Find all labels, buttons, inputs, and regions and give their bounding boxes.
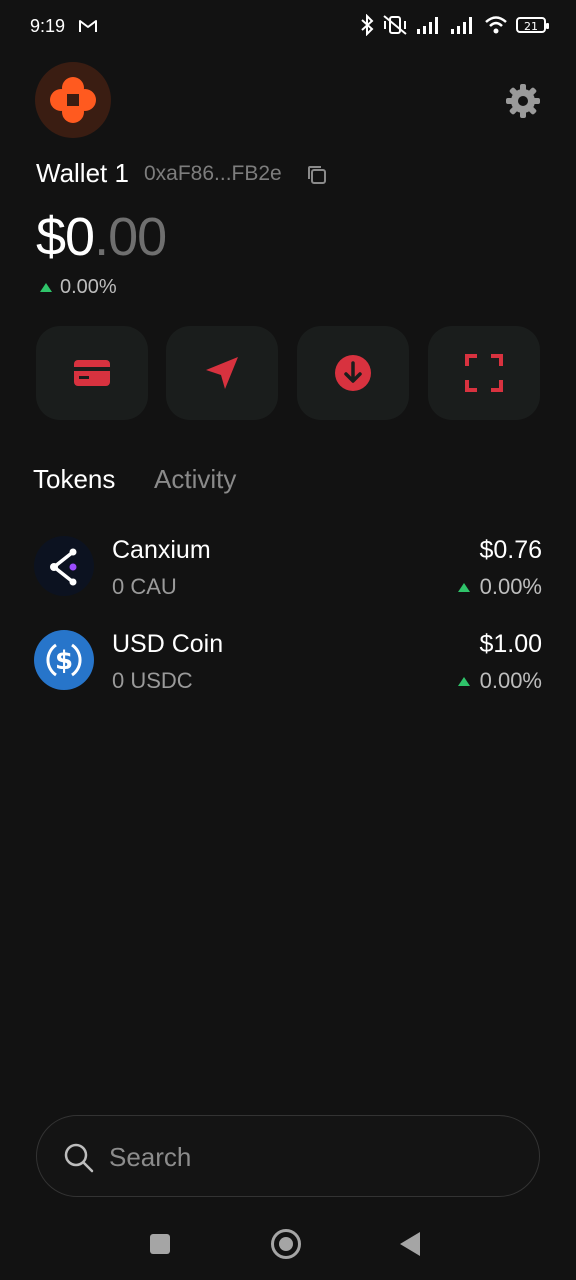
battery-indicator: 21 [516,17,549,33]
send-icon [206,357,238,389]
usdc-icon: $ [34,630,94,690]
balance-cents: .00 [94,207,167,267]
status-icons: 21 [360,14,549,36]
back-button[interactable] [400,1232,420,1256]
canxium-icon [34,536,94,596]
token-change: 0.00% [457,574,542,600]
buy-button[interactable] [36,326,148,420]
token-name: Canxium [112,536,211,564]
mute-vibrate-icon [383,15,407,35]
recent-apps-button[interactable] [150,1234,170,1254]
up-arrow-icon [457,582,470,592]
token-change-value: 0.00% [479,574,542,599]
home-dot [279,1237,293,1251]
tab-tokens[interactable]: Tokens [33,464,115,495]
wallet-name[interactable]: Wallet 1 [36,158,129,189]
wallet-address[interactable]: 0xaF86...FB2e [144,162,282,186]
token-name: USD Coin [112,630,224,658]
wallet-balance: $0.00 [36,206,167,268]
token-amount: 0 CAU [112,574,177,599]
signal-icon [417,17,438,34]
gmail-icon [78,18,98,39]
token-change: 0.00% [457,668,542,694]
svg-text:$: $ [55,646,73,676]
scan-button[interactable] [428,326,540,420]
up-arrow-icon [40,283,52,292]
wifi-icon [485,16,507,34]
copy-icon[interactable] [306,164,328,191]
token-amount: 0 USDC [112,668,193,693]
receive-icon [335,355,371,391]
search-input[interactable] [107,1134,511,1180]
bluetooth-icon [361,14,374,36]
up-arrow-icon [457,676,470,686]
token-change-value: 0.00% [479,668,542,693]
wallet-avatar[interactable] [35,62,111,138]
gear-icon [506,84,540,118]
card-icon [74,360,110,386]
balance-change: 0.00% [40,276,117,299]
scan-icon [465,354,503,392]
balance-main: $0 [36,207,95,267]
search-icon [64,1143,94,1173]
flower-logo-icon [50,77,96,123]
send-button[interactable] [166,326,278,420]
token-row-canxium[interactable]: Canxium 0 CAU $0.76 0.00% [34,536,542,616]
tab-activity[interactable]: Activity [154,464,236,495]
home-button[interactable] [271,1229,301,1259]
status-time: 9:19 [30,16,66,36]
search-bar[interactable] [36,1115,540,1197]
token-price: $0.76 [479,536,542,564]
receive-button[interactable] [297,326,409,420]
balance-change-value: 0.00% [60,276,117,298]
token-row-usdc[interactable]: $ USD Coin 0 USDC $1.00 0.00% [34,630,542,710]
settings-button[interactable] [504,82,542,125]
signal-2-icon [451,17,472,34]
token-price: $1.00 [479,630,542,658]
